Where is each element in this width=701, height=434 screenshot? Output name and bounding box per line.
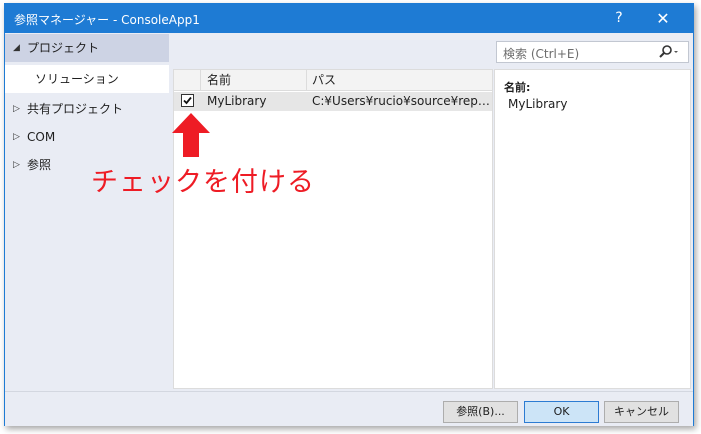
- expand-triangle-icon: ◢: [13, 43, 20, 53]
- annotation-text: チェックを付ける: [91, 167, 315, 198]
- sidebar-item-project[interactable]: ◢ プロジェクト: [5, 34, 169, 62]
- sidebar-item-label: COM: [27, 130, 56, 144]
- browse-button[interactable]: 参照(B)...: [443, 401, 518, 423]
- collapse-triangle-icon[interactable]: ▷: [13, 123, 20, 151]
- sidebar-item-label: プロジェクト: [27, 41, 100, 55]
- annotation-arrow-up-icon: [172, 113, 210, 157]
- path-column-header[interactable]: パス: [307, 70, 494, 90]
- cancel-button[interactable]: キャンセル: [604, 401, 679, 423]
- sidebar-item-shared-project[interactable]: ▷ 共有プロジェクト: [5, 95, 169, 123]
- sidebar-item-com[interactable]: ▷ COM: [5, 123, 169, 151]
- details-panel: 検索 (Ctrl+E) 名前: MyLibrary: [494, 33, 693, 389]
- search-placeholder: 検索 (Ctrl+E): [503, 47, 580, 61]
- detail-name-value: MyLibrary: [508, 97, 568, 111]
- collapse-triangle-icon[interactable]: ▷: [13, 95, 20, 123]
- checkbox-column-header: [174, 70, 201, 90]
- grid-header: 名前 パス: [174, 70, 492, 91]
- search-icon[interactable]: [658, 44, 680, 60]
- sidebar-item-solution[interactable]: ソリューション: [5, 65, 169, 93]
- reference-path-cell: C:¥Users¥rucio¥source¥repos¥...: [312, 94, 492, 108]
- reference-list-panel: 名前 パス MyLibrary C:¥Users¥rucio¥source¥re…: [173, 33, 493, 389]
- name-column-header[interactable]: 名前: [200, 70, 307, 90]
- collapse-triangle-icon[interactable]: ▷: [13, 151, 20, 179]
- reference-manager-window: 参照マネージャー - ConsoleApp1 ? ✕ ◢ プロジェクト ソリュー…: [4, 3, 694, 426]
- button-bar: 参照(B)... OK キャンセル: [5, 391, 693, 426]
- ok-button[interactable]: OK: [524, 401, 599, 423]
- close-button[interactable]: ✕: [641, 4, 685, 33]
- window-title: 参照マネージャー - ConsoleApp1: [14, 13, 200, 27]
- sidebar-item-label: 参照: [27, 158, 52, 172]
- title-bar: 参照マネージャー - ConsoleApp1 ? ✕: [5, 4, 693, 33]
- sidebar-item-label: 共有プロジェクト: [27, 102, 124, 116]
- reference-grid: 名前 パス MyLibrary C:¥Users¥rucio¥source¥re…: [173, 69, 493, 389]
- reference-name-cell: MyLibrary: [207, 94, 267, 108]
- search-input[interactable]: 検索 (Ctrl+E): [496, 41, 689, 63]
- detail-view: 名前: MyLibrary: [494, 69, 691, 389]
- help-button[interactable]: ?: [597, 4, 641, 33]
- checkmark-icon: [183, 96, 192, 105]
- sidebar: ◢ プロジェクト ソリューション ▷ 共有プロジェクト ▷ COM ▷ 参照: [5, 33, 169, 391]
- table-row[interactable]: MyLibrary C:¥Users¥rucio¥source¥repos¥..…: [174, 92, 492, 111]
- detail-name-label: 名前:: [504, 81, 531, 94]
- sidebar-item-label: ソリューション: [35, 72, 119, 86]
- include-checkbox[interactable]: [181, 94, 194, 107]
